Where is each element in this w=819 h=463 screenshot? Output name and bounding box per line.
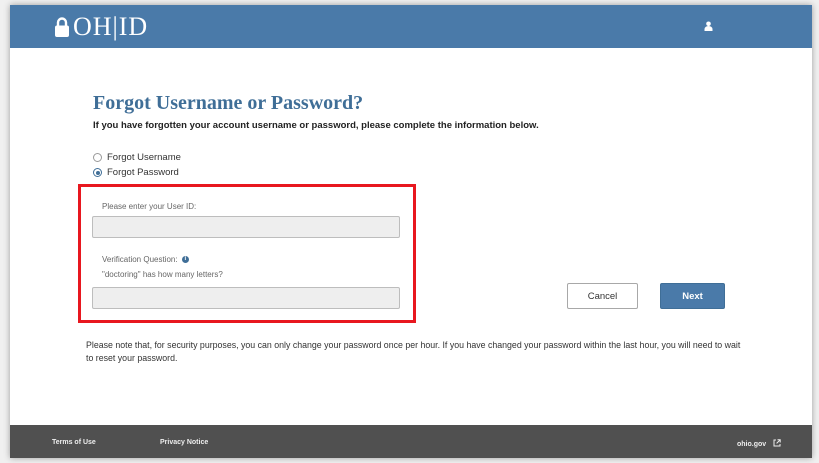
security-note: Please note that, for security purposes,… <box>86 340 741 363</box>
terms-of-use-link[interactable]: Terms of Use <box>52 439 96 446</box>
ohio-gov-link[interactable]: ohio.gov <box>737 439 781 448</box>
verification-question: "doctoring" has how many letters? <box>102 270 223 279</box>
user-icon[interactable] <box>704 18 713 36</box>
ohid-logo[interactable]: OH|ID <box>54 14 148 40</box>
user-id-label: Please enter your User ID: <box>102 202 197 211</box>
option-label-password: Forgot Password <box>107 167 179 178</box>
footer-bar: Terms of Use Privacy Notice ohio.gov <box>10 425 812 458</box>
option-label-username: Forgot Username <box>107 152 181 163</box>
page-frame: OH|ID Forgot Username or Password? If yo… <box>10 5 812 458</box>
header-bar: OH|ID <box>10 5 812 48</box>
user-id-input[interactable] <box>92 216 400 238</box>
logo-text: OH|ID <box>73 12 149 41</box>
info-icon[interactable]: i <box>181 256 189 264</box>
next-button[interactable]: Next <box>660 283 725 309</box>
page-subtitle: If you have forgotten your account usern… <box>93 120 539 131</box>
external-link-icon <box>773 439 781 448</box>
option-forgot-password[interactable]: Forgot Password <box>93 167 179 178</box>
verification-label: Verification Question: <box>102 255 178 264</box>
option-forgot-username[interactable]: Forgot Username <box>93 152 181 163</box>
radio-forgot-username[interactable] <box>93 153 102 162</box>
verification-label-row: Verification Question: i <box>102 255 189 264</box>
cancel-button[interactable]: Cancel <box>567 283 638 309</box>
verification-answer-input[interactable] <box>92 287 400 309</box>
page-title: Forgot Username or Password? <box>93 92 364 114</box>
lock-icon <box>54 16 70 38</box>
privacy-notice-link[interactable]: Privacy Notice <box>160 439 208 446</box>
ohio-gov-label: ohio.gov <box>737 441 767 448</box>
radio-forgot-password[interactable] <box>93 168 102 177</box>
